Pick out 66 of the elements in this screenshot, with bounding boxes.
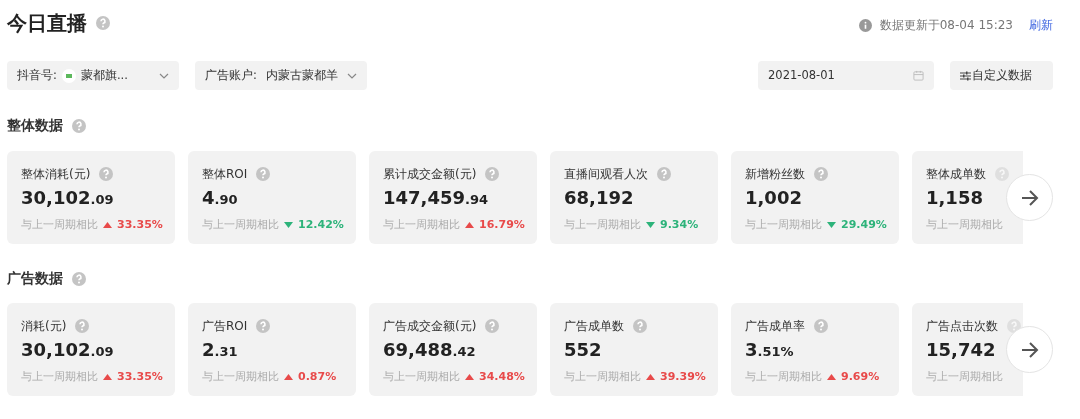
help-icon bbox=[632, 318, 648, 334]
metric-label: 广告点击次数 bbox=[926, 318, 998, 335]
change-percent: 33.35% bbox=[117, 216, 163, 233]
help-icon bbox=[484, 166, 501, 182]
ad-account-dropdown[interactable]: 广告账户: 内蒙古蒙都羊 bbox=[195, 61, 367, 90]
help-icon bbox=[74, 318, 91, 334]
metric-label: 广告ROI bbox=[202, 318, 248, 335]
help-icon bbox=[95, 15, 111, 31]
metric-value: 4.90 bbox=[202, 187, 239, 209]
help-icon bbox=[71, 270, 87, 287]
help-icon bbox=[98, 166, 115, 182]
metric-value: 2.31 bbox=[202, 339, 239, 361]
section-title: 广告数据 bbox=[7, 269, 63, 288]
metric-value: 1,002 bbox=[745, 187, 803, 209]
metric-label: 广告成交金额(元) bbox=[383, 318, 477, 335]
metric-value: 68,192 bbox=[564, 187, 635, 209]
sliders-icon bbox=[960, 70, 971, 81]
help-icon bbox=[994, 166, 1010, 182]
metric-value: 1,158 bbox=[926, 187, 984, 209]
change-percent: 9.69% bbox=[841, 368, 880, 385]
page-title: 今日直播 bbox=[7, 10, 87, 37]
date-field[interactable]: 2021-08-01 bbox=[758, 61, 934, 90]
change-percent: 29.49% bbox=[841, 216, 887, 233]
account-dropdown[interactable]: 抖音号: 蒙都旗... bbox=[7, 61, 179, 90]
arrow-right-icon bbox=[1020, 189, 1039, 206]
metric-label: 广告成单率 bbox=[745, 318, 805, 335]
change-percent: 9.34% bbox=[660, 216, 699, 233]
calendar-icon bbox=[913, 70, 924, 81]
section-title: 整体数据 bbox=[7, 116, 63, 135]
metric-value: 147,459.94 bbox=[383, 187, 489, 209]
metric-label: 整体成单数 bbox=[926, 166, 986, 183]
change-percent: 33.35% bbox=[117, 368, 163, 385]
change-percent: 34.48% bbox=[479, 368, 525, 385]
metric-label: 整体消耗(元) bbox=[21, 166, 91, 183]
metric-value: 30,102.09 bbox=[21, 187, 115, 209]
change-percent: 0.87% bbox=[298, 368, 337, 385]
change-percent: 12.42% bbox=[298, 216, 344, 233]
metric-label: 整体ROI bbox=[202, 166, 248, 183]
help-icon bbox=[813, 166, 829, 182]
help-icon bbox=[1006, 318, 1022, 334]
metric-label: 直播间观看人次 bbox=[564, 166, 648, 183]
metric-value: 30,102.09 bbox=[21, 339, 115, 361]
help-icon bbox=[255, 318, 272, 334]
arrow-right-icon bbox=[1020, 341, 1039, 358]
help-icon bbox=[255, 166, 272, 182]
metric-value: 3.51% bbox=[745, 339, 795, 361]
metric-value: 69,488.42 bbox=[383, 339, 477, 361]
chevron-down-icon bbox=[159, 72, 169, 79]
change-percent: 16.79% bbox=[479, 216, 525, 233]
help-icon bbox=[484, 318, 501, 334]
info-icon bbox=[858, 18, 872, 32]
metric-label: 新增粉丝数 bbox=[745, 166, 805, 183]
avatar-icon bbox=[61, 68, 76, 83]
help-icon bbox=[71, 117, 87, 134]
metric-value: 552 bbox=[564, 339, 603, 361]
metric-value: 15,742 bbox=[926, 339, 997, 361]
help-icon bbox=[813, 318, 829, 334]
metric-label: 广告成单数 bbox=[564, 318, 624, 335]
update-time: 数据更新于08-04 15:23 bbox=[879, 17, 1013, 34]
change-percent: 39.39% bbox=[660, 368, 706, 385]
refresh-link[interactable]: 刷新 bbox=[1029, 16, 1053, 34]
metric-label: 消耗(元) bbox=[21, 318, 67, 335]
help-icon bbox=[656, 166, 672, 182]
custom-data-button[interactable]: 自定义数据 bbox=[950, 61, 1053, 90]
chevron-down-icon bbox=[347, 72, 357, 79]
metric-label: 累计成交金额(元) bbox=[383, 166, 477, 183]
